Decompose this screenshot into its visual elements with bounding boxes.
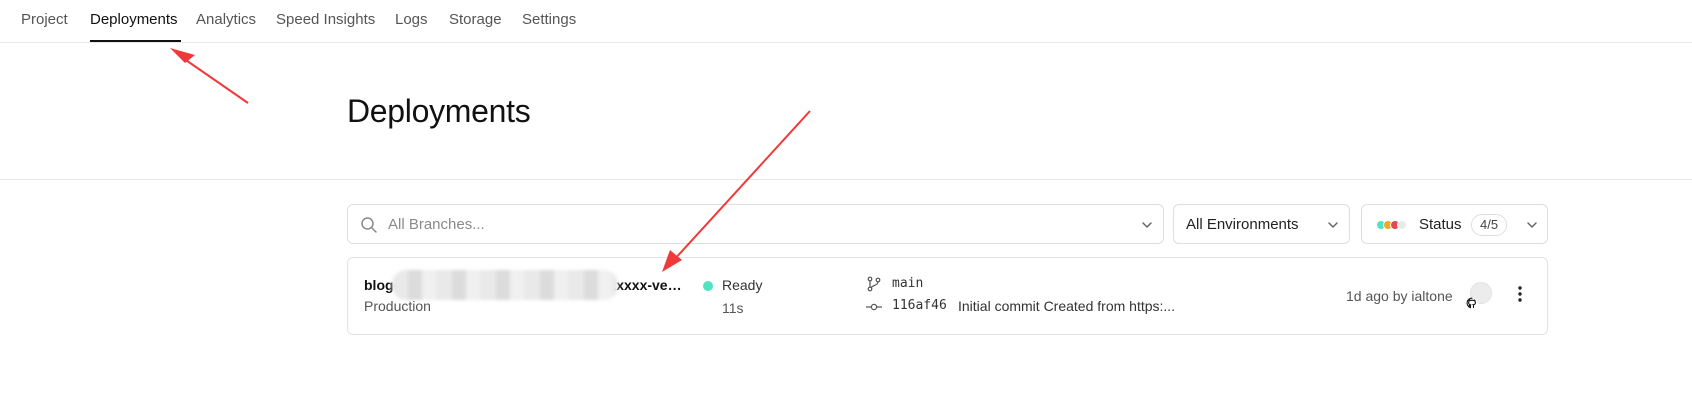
deployment-duration: 11s (722, 300, 744, 316)
chevron-down-icon[interactable] (1140, 218, 1154, 232)
search-icon (361, 217, 377, 233)
page-header: Deployments (0, 43, 1692, 180)
commit-hash[interactable]: 116af46 (892, 298, 947, 313)
environment-select[interactable]: All Environments (1173, 204, 1350, 244)
deployment-row[interactable]: blog-xxxxxxxxxxxxxxxxxxxxxxxxxxxxxxxx-ve… (347, 257, 1548, 335)
git-branch-icon (867, 276, 881, 292)
chevron-down-icon (1328, 222, 1338, 228)
tab-speed-insights[interactable]: Speed Insights (276, 11, 375, 28)
tab-deployments[interactable]: Deployments (90, 11, 178, 28)
page-title: Deployments (347, 93, 531, 129)
tab-project[interactable]: Project (21, 11, 68, 28)
tab-storage[interactable]: Storage (449, 11, 502, 28)
more-vertical-icon[interactable] (1510, 283, 1530, 305)
branch-search[interactable] (347, 204, 1164, 244)
branch-name[interactable]: main (892, 276, 923, 291)
deployment-environment: Production (364, 298, 431, 314)
git-commit-icon (866, 303, 882, 311)
status-filter-label: Status (1419, 216, 1462, 233)
github-icon (1466, 297, 1478, 309)
tab-logs[interactable]: Logs (395, 11, 428, 28)
top-navigation: Project Deployments Analytics Speed Insi… (0, 0, 1692, 43)
redaction-blur (392, 270, 618, 300)
active-tab-indicator (90, 40, 181, 42)
chevron-down-icon (1527, 222, 1537, 228)
status-count-badge: 4/5 (1471, 214, 1508, 236)
deployment-age-author: 1d ago by ialtone (1346, 288, 1453, 304)
status-indicator-dot (703, 281, 713, 291)
deployment-status: Ready (722, 277, 763, 293)
environment-select-value: All Environments (1186, 216, 1299, 233)
commit-message[interactable]: Initial commit Created from https:... (958, 298, 1198, 314)
search-input[interactable] (388, 206, 1128, 242)
status-filter[interactable]: Status 4/5 (1361, 204, 1548, 244)
status-dot-canceled (1397, 220, 1407, 230)
tab-settings[interactable]: Settings (522, 11, 576, 28)
tab-analytics[interactable]: Analytics (196, 11, 256, 28)
status-color-dots (1376, 220, 1412, 230)
